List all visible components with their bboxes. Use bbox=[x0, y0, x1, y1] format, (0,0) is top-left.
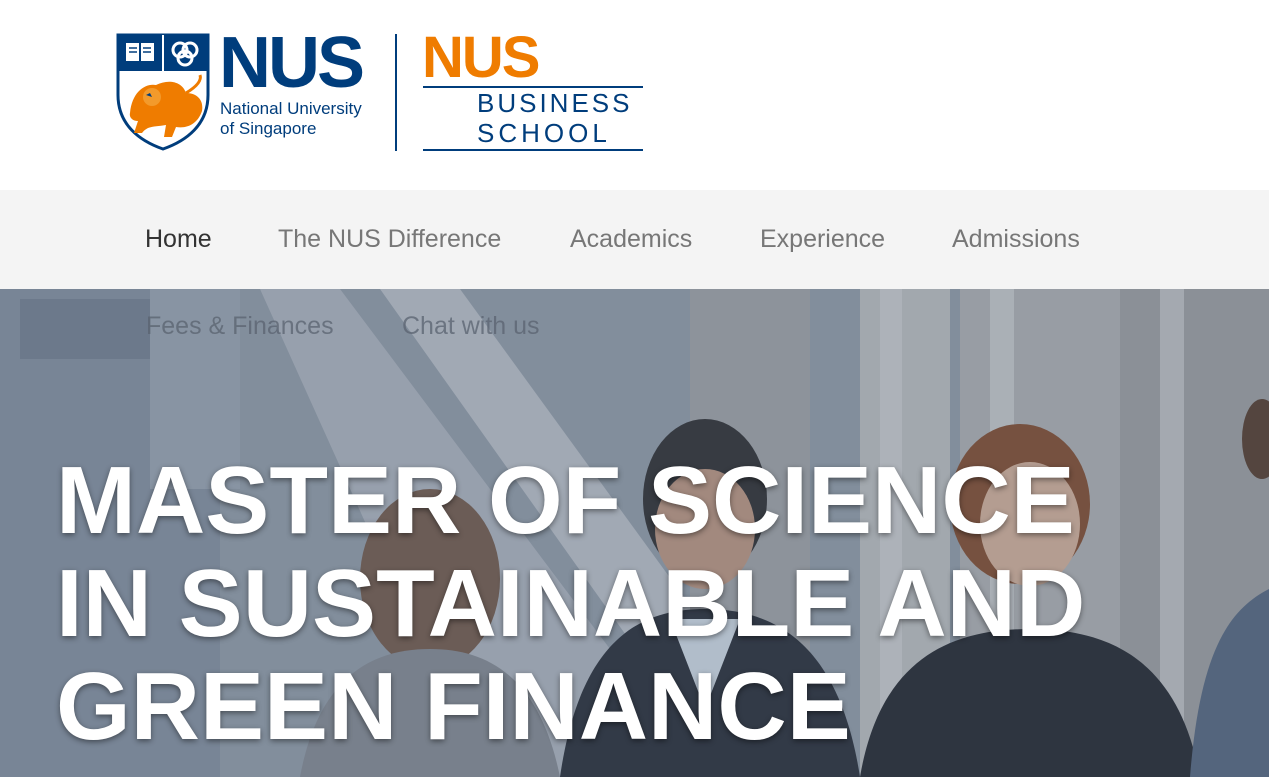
nav-item-nus-difference[interactable]: The NUS Difference bbox=[278, 224, 501, 254]
main-nav: Home The NUS Difference Academics Experi… bbox=[0, 190, 1269, 289]
logo-divider bbox=[395, 34, 397, 151]
nus-logo[interactable]: NUS National University of Singapore bbox=[116, 27, 378, 151]
hero-title-line3: GREEN FINANCE bbox=[56, 653, 851, 760]
business-school-wordmark: NUS bbox=[422, 25, 540, 90]
nav-item-chat-with-us[interactable]: Chat with us bbox=[402, 311, 540, 341]
school-name-line2: SCHOOL bbox=[477, 118, 611, 148]
business-school-logo[interactable]: NUS BUSINESS SCHOOL bbox=[422, 29, 646, 153]
logo-rule-bottom bbox=[423, 149, 643, 151]
nav-item-experience[interactable]: Experience bbox=[760, 224, 885, 254]
hero-banner: Fees & Finances Chat with us MASTER OF S… bbox=[0, 289, 1269, 777]
university-name-line2: of Singapore bbox=[220, 119, 317, 138]
nus-wordmark: NUS bbox=[219, 23, 365, 103]
nav-item-academics[interactable]: Academics bbox=[570, 224, 692, 254]
hero-title-line2: IN SUSTAINABLE AND bbox=[56, 550, 1086, 657]
hero-title-line1: MASTER OF SCIENCE bbox=[56, 447, 1075, 554]
hero-title: MASTER OF SCIENCE IN SUSTAINABLE AND GRE… bbox=[56, 449, 1206, 758]
school-name-line1: BUSINESS bbox=[477, 88, 633, 118]
nav-item-home[interactable]: Home bbox=[145, 224, 212, 254]
nav-item-fees-finances[interactable]: Fees & Finances bbox=[146, 311, 334, 341]
university-name: National University of Singapore bbox=[220, 99, 362, 139]
nav-item-admissions[interactable]: Admissions bbox=[952, 224, 1080, 254]
site-header: NUS National University of Singapore NUS… bbox=[0, 0, 1269, 190]
nus-crest-icon bbox=[116, 33, 210, 151]
university-name-line1: National University bbox=[220, 99, 362, 118]
